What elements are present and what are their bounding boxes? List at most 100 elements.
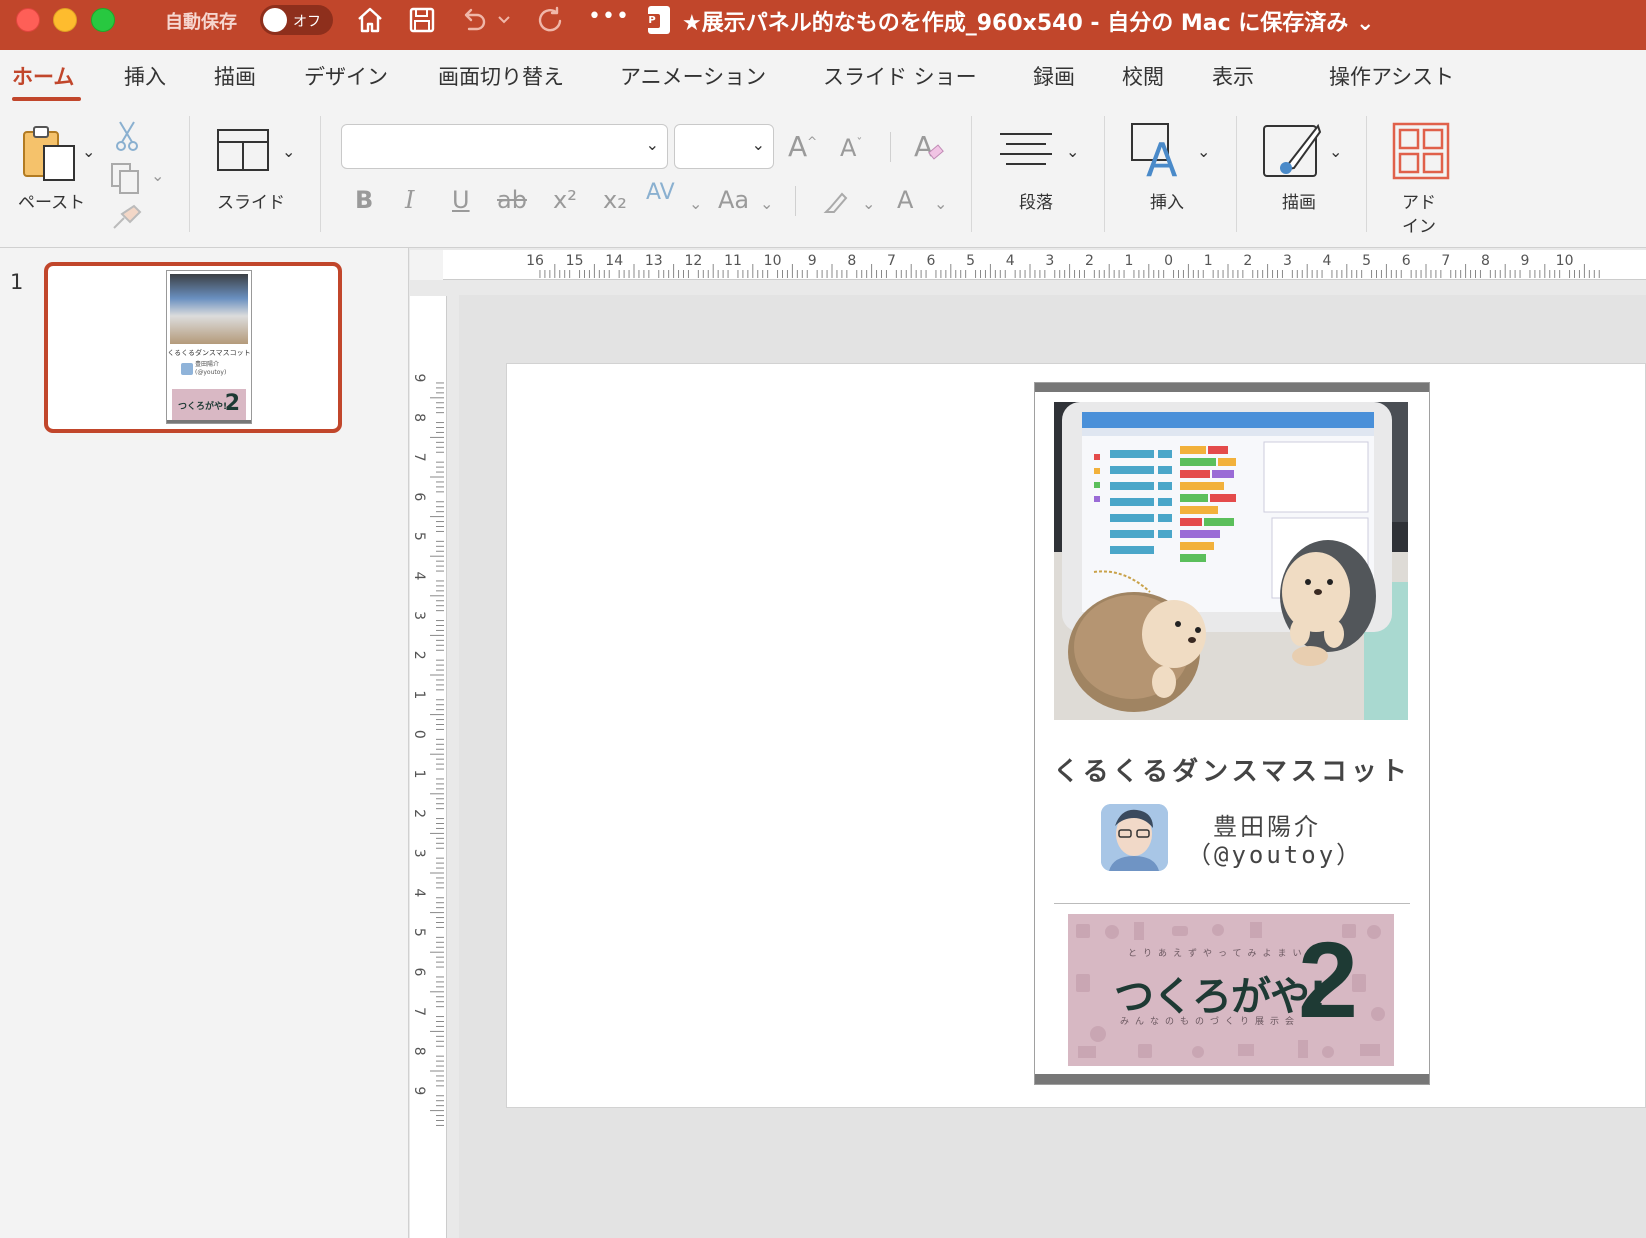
tab-insert[interactable]: 挿入 bbox=[124, 61, 166, 91]
ruler-label: 0 bbox=[1164, 253, 1173, 269]
ruler-label: 10 bbox=[764, 253, 782, 269]
insert-dropdown-icon[interactable]: ⌄ bbox=[1197, 142, 1210, 161]
banner-caption: みんなのものづくり展示会 bbox=[1120, 1017, 1301, 1027]
tab-view[interactable]: 表示 bbox=[1212, 61, 1254, 91]
draw-dropdown-icon[interactable]: ⌄ bbox=[1329, 142, 1342, 161]
tab-draw[interactable]: 描画 bbox=[214, 61, 256, 91]
highlight-icon[interactable] bbox=[820, 188, 850, 222]
thumbnail-author: 豊田陽介 (@youtoy) bbox=[195, 361, 226, 377]
paragraph-icon[interactable] bbox=[998, 128, 1054, 176]
paragraph-dropdown-icon[interactable]: ⌄ bbox=[1066, 142, 1079, 161]
horizontal-ruler[interactable]: 16 15 14 13 12 11 10 9 8 7 6 5 4 3 2 1 0 1 2 3 4 5 6 7 8 9 10 bbox=[443, 250, 1646, 280]
group-separator bbox=[1236, 116, 1237, 232]
save-icon[interactable] bbox=[404, 2, 440, 38]
ruler-label: 8 bbox=[411, 1047, 427, 1056]
active-tab-indicator bbox=[12, 97, 81, 101]
panel-title[interactable]: くるくるダンスマスコット bbox=[1035, 751, 1429, 788]
powerpoint-icon-letter: P bbox=[644, 14, 660, 28]
tab-record[interactable]: 録画 bbox=[1033, 61, 1075, 91]
insert-textbox-icon[interactable]: A bbox=[1130, 122, 1190, 187]
tab-tell-me[interactable]: 操作アシスト bbox=[1329, 61, 1454, 91]
autosave-toggle[interactable]: オフ bbox=[260, 5, 333, 35]
ruler-label: 6 bbox=[1402, 253, 1411, 269]
font-name-dropdown-icon[interactable]: ⌄ bbox=[646, 135, 659, 154]
paste-dropdown-icon[interactable]: ⌄ bbox=[82, 142, 95, 161]
tab-review[interactable]: 校閲 bbox=[1122, 61, 1164, 91]
font-size-dropdown-icon[interactable]: ⌄ bbox=[752, 135, 765, 154]
zoom-window-button[interactable] bbox=[91, 8, 115, 32]
tab-animations[interactable]: アニメーション bbox=[620, 61, 766, 91]
paste-icon[interactable] bbox=[20, 124, 78, 186]
font-name-combo[interactable]: ⌄ bbox=[341, 124, 668, 169]
group-separator bbox=[189, 116, 190, 232]
undo-icon[interactable] bbox=[456, 2, 492, 38]
close-window-button[interactable] bbox=[16, 8, 40, 32]
redo-icon[interactable] bbox=[532, 2, 568, 38]
event-banner[interactable]: とりあえずやってみよまい つくろがや! 2 みんなのものづくり展示会 bbox=[1068, 914, 1394, 1066]
font-size-combo[interactable]: ⌄ bbox=[674, 124, 774, 169]
svg-text:A: A bbox=[914, 130, 933, 163]
ruler-label: 4 bbox=[1323, 253, 1332, 269]
ruler-corner bbox=[410, 250, 443, 280]
exhibit-panel[interactable]: くるくるダンスマスコット 豊田陽介 （@youtoy） とりあえずやってみよまい… bbox=[1034, 382, 1430, 1085]
ruler-label: 16 bbox=[526, 253, 544, 269]
cut-icon[interactable] bbox=[114, 120, 140, 156]
ribbon-tabs: ホーム 挿入 描画 デザイン 画面切り替え アニメーション スライド ショー 録… bbox=[0, 50, 1646, 140]
group-separator bbox=[1104, 116, 1105, 232]
ruler-label: 4 bbox=[1006, 253, 1015, 269]
author-handle[interactable]: （@youtoy） bbox=[1187, 835, 1363, 870]
clear-formatting-icon[interactable]: A bbox=[912, 128, 948, 170]
copy-dropdown-icon[interactable]: ⌄ bbox=[151, 166, 164, 185]
thumbnail-panel: くるくるダンスマスコット 豊田陽介 (@youtoy) つくろがや! 2 bbox=[166, 270, 252, 424]
banner-subtitle: とりあえずやってみよまい bbox=[1128, 949, 1308, 959]
highlight-dropdown-icon[interactable]: ⌄ bbox=[862, 194, 875, 213]
case-dropdown-icon[interactable]: ⌄ bbox=[760, 194, 773, 213]
character-spacing-button[interactable]: AV bbox=[646, 180, 675, 205]
tab-transitions[interactable]: 画面切り替え bbox=[438, 61, 564, 91]
tab-slideshow[interactable]: スライド ショー bbox=[823, 61, 977, 91]
minimize-window-button[interactable] bbox=[53, 8, 77, 32]
panel-bottom-bar bbox=[1035, 1074, 1429, 1084]
draw-brush-icon[interactable] bbox=[1262, 122, 1322, 184]
shrink-font-button[interactable]: Aˇ bbox=[840, 134, 862, 162]
insert-label: 挿入 bbox=[1150, 193, 1184, 213]
tab-home[interactable]: ホーム bbox=[12, 61, 74, 91]
subscript-button[interactable]: x₂ bbox=[603, 186, 627, 214]
ruler-label: 7 bbox=[411, 1007, 427, 1016]
underline-button[interactable]: U bbox=[452, 186, 470, 214]
font-color-button[interactable]: A bbox=[897, 186, 913, 214]
more-commands-button[interactable]: ••• bbox=[588, 4, 630, 29]
paste-label: ペースト bbox=[18, 193, 86, 213]
bold-button[interactable]: B bbox=[355, 186, 373, 214]
home-icon[interactable] bbox=[352, 2, 388, 38]
vertical-ruler[interactable]: 9 8 7 6 5 4 3 2 1 0 1 2 3 4 5 6 7 8 9 bbox=[410, 296, 447, 1238]
slide-dropdown-icon[interactable]: ⌄ bbox=[282, 142, 295, 161]
author-avatar[interactable] bbox=[1101, 804, 1168, 871]
ruler-label: 14 bbox=[605, 253, 623, 269]
document-title[interactable]: ★展示パネル的なものを作成_960x540 - 自分の Mac に保存済み ⌄ bbox=[682, 5, 1374, 37]
tab-design[interactable]: デザイン bbox=[304, 61, 388, 91]
mascot-photo-image bbox=[1054, 402, 1408, 720]
panel-divider bbox=[1054, 903, 1410, 904]
superscript-button[interactable]: x² bbox=[553, 186, 577, 214]
ruler-label: 13 bbox=[645, 253, 663, 269]
slide-layout-icon[interactable] bbox=[216, 128, 270, 176]
font-color-dropdown-icon[interactable]: ⌄ bbox=[934, 194, 947, 213]
ruler-label: 4 bbox=[411, 888, 427, 897]
copy-icon[interactable] bbox=[110, 162, 142, 198]
spacing-dropdown-icon[interactable]: ⌄ bbox=[689, 194, 702, 213]
strikethrough-button[interactable]: ab bbox=[497, 186, 527, 214]
italic-button[interactable]: I bbox=[405, 186, 414, 214]
format-painter-icon[interactable] bbox=[110, 204, 142, 236]
undo-dropdown-icon[interactable] bbox=[494, 2, 514, 38]
grow-font-button[interactable]: A^ bbox=[788, 130, 817, 163]
ruler-label: 9 bbox=[411, 1086, 427, 1095]
change-case-button[interactable]: Aa bbox=[718, 186, 749, 214]
addins-icon[interactable] bbox=[1392, 122, 1450, 184]
panel-top-bar bbox=[1035, 383, 1429, 392]
powerpoint-icon: P bbox=[644, 6, 670, 34]
slide-thumbnail-1[interactable]: くるくるダンスマスコット 豊田陽介 (@youtoy) つくろがや! 2 bbox=[44, 262, 342, 433]
ruler-label: 7 bbox=[1441, 253, 1450, 269]
author-avatar-image bbox=[1101, 804, 1168, 871]
mascot-photo[interactable] bbox=[1054, 402, 1408, 720]
